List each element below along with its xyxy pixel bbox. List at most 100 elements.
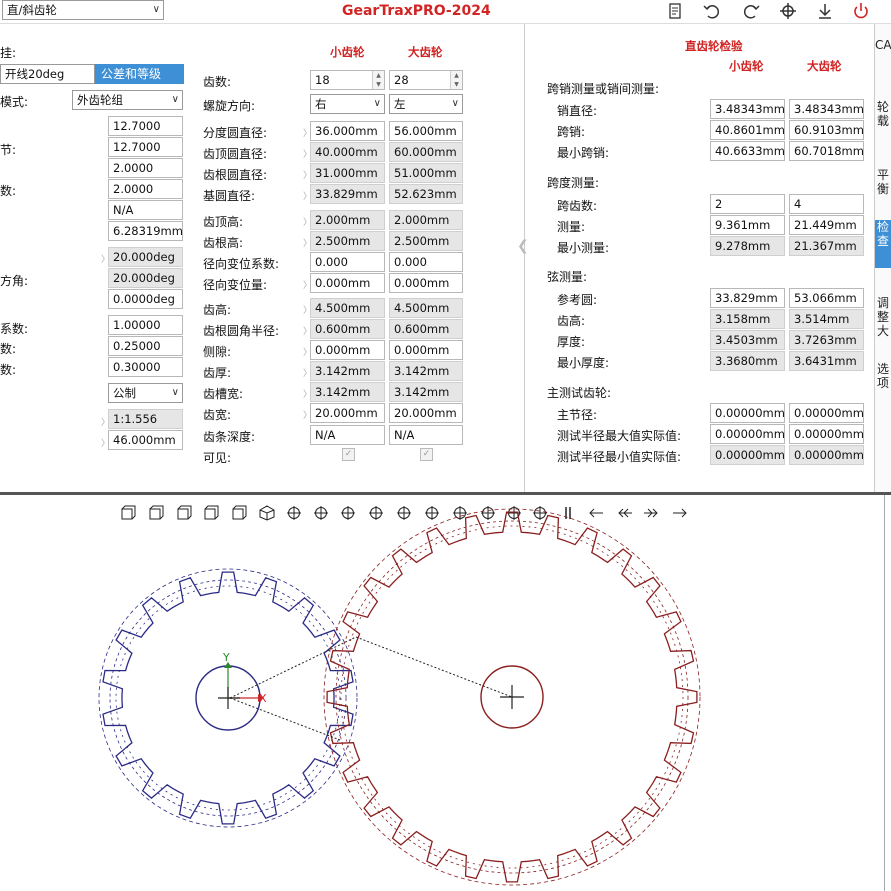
- download-icon[interactable]: [815, 2, 835, 20]
- param-label: 齿数:: [203, 75, 232, 89]
- left-value-3[interactable]: 2.0000: [108, 158, 183, 178]
- power-icon[interactable]: [851, 2, 871, 20]
- left-value-2[interactable]: 12.7000: [108, 137, 183, 157]
- param-value-large: 3.142mm: [389, 382, 463, 402]
- left-value-4[interactable]: 2.0000: [108, 179, 183, 199]
- angle-value-3[interactable]: 0.0000deg: [108, 289, 183, 309]
- param-value-large-text: 0.000mm: [394, 343, 450, 357]
- side-tab-options[interactable]: 选项: [874, 362, 891, 402]
- param-value-large[interactable]: 0.000mm: [389, 340, 463, 360]
- left-value-1[interactable]: 12.7000: [108, 116, 183, 136]
- param-value-small[interactable]: 0.000mm: [310, 273, 385, 293]
- param-value-small: 4.500mm: [310, 298, 385, 318]
- inspection-value-small[interactable]: 3.48343mm: [710, 99, 785, 119]
- inspection-value-large[interactable]: 21.449mm: [789, 215, 864, 235]
- param-value-large-text: 56.000mm: [394, 124, 457, 138]
- gear-type-select[interactable]: 直/斜齿轮 ∨: [2, 0, 164, 20]
- param-value-small-text: 36.000mm: [315, 124, 378, 138]
- param-value-large[interactable]: 20.000mm: [389, 403, 463, 423]
- side-tab-load[interactable]: 轮载: [874, 100, 891, 140]
- inspection-value-small[interactable]: 9.361mm: [710, 215, 785, 235]
- inspection-label: 跨齿数:: [557, 199, 598, 213]
- param-value-large-text: 2.500mm: [394, 234, 450, 248]
- param-value-large[interactable]: 0.000: [389, 252, 463, 272]
- inspection-value-large: 3.514mm: [789, 309, 864, 329]
- inspection-value-large[interactable]: 0.00000mm: [789, 403, 864, 423]
- inspection-value-small[interactable]: 33.829mm: [710, 288, 785, 308]
- inspection-label: 测试半径最大值实际值:: [557, 429, 682, 443]
- param-value-large-text: 51.000mm: [394, 166, 457, 180]
- tolerance-button[interactable]: 公差和等级: [95, 64, 184, 84]
- undo-icon[interactable]: [702, 2, 722, 20]
- visible-checkbox-large[interactable]: ✓: [420, 448, 433, 461]
- stepper-icon[interactable]: ▲ ▼: [450, 71, 462, 89]
- inspection-value-small[interactable]: 40.6633mm: [710, 141, 785, 161]
- param-label: 齿根圆直径:: [203, 168, 268, 182]
- mode-select[interactable]: 外齿轮组 ∨: [72, 90, 183, 110]
- visible-checkbox-small[interactable]: ✓: [342, 448, 355, 461]
- unit-select[interactable]: 公制 ∨: [108, 383, 183, 403]
- param-value-small[interactable]: 36.000mm: [310, 121, 385, 141]
- chevron-down-icon: ∨: [373, 98, 381, 109]
- helix-select-large[interactable]: 左 ∨: [389, 94, 463, 114]
- inspection-value-large[interactable]: 60.7018mm: [789, 141, 864, 161]
- inspection-value-large: 21.367mm: [789, 236, 864, 256]
- param-value-small: 3.142mm: [310, 361, 385, 381]
- param-value-large[interactable]: 0.000mm: [389, 273, 463, 293]
- gear-settings-icon[interactable]: [778, 2, 798, 20]
- inspection-value-large[interactable]: 53.066mm: [789, 288, 864, 308]
- param-value-large[interactable]: 28 ▲ ▼: [389, 70, 463, 90]
- x-axis-label: X: [259, 692, 267, 705]
- inspection-value-large[interactable]: 4: [789, 194, 864, 214]
- inspection-value-small[interactable]: 40.8601mm: [710, 120, 785, 140]
- param-value-small[interactable]: 20.000mm: [310, 403, 385, 423]
- inspection-value-large[interactable]: 3.48343mm: [789, 99, 864, 119]
- param-value-small[interactable]: N/A: [310, 425, 385, 445]
- param-value-small[interactable]: 0.000: [310, 252, 385, 272]
- side-tab-cad[interactable]: CAD: [874, 38, 891, 72]
- angle-value-2: 20.000deg: [108, 268, 183, 288]
- param-value-small[interactable]: 18 ▲ ▼: [310, 70, 385, 90]
- param-value-large-text: 0.000: [394, 255, 427, 269]
- document-icon[interactable]: [665, 2, 685, 20]
- side-tab-inspect[interactable]: 检查: [874, 220, 891, 268]
- standard-field[interactable]: 开线20deg: [0, 64, 95, 84]
- redo-icon[interactable]: [741, 2, 761, 20]
- param-value-large[interactable]: N/A: [389, 425, 463, 445]
- param-value-large-text: 52.623mm: [394, 187, 457, 201]
- left-label-6: 系数:: [0, 322, 29, 336]
- param-value-large[interactable]: 56.000mm: [389, 121, 463, 141]
- left-value-6[interactable]: 6.28319mm: [108, 221, 183, 241]
- param-value-large-text: 28: [394, 73, 409, 87]
- collapse-arrow-icon[interactable]: ❮: [517, 238, 529, 254]
- inspection-label: 齿高:: [557, 314, 586, 328]
- gear-canvas[interactable]: X Y: [0, 495, 884, 891]
- inspection-value-small: 0.00000mm: [710, 445, 785, 465]
- left-value-5[interactable]: N/A: [108, 200, 183, 220]
- side-tab-balance[interactable]: 平衡: [874, 168, 891, 208]
- inspection-value-small[interactable]: 2: [710, 194, 785, 214]
- param-value-small-text: 0.000mm: [315, 276, 371, 290]
- inspection-label: 销直径:: [557, 104, 598, 118]
- canvas-scrollbar[interactable]: [884, 495, 885, 891]
- param-label: 可见:: [203, 451, 232, 465]
- side-tab-adjust[interactable]: 调整大: [874, 296, 891, 344]
- param-label: 齿顶高:: [203, 215, 244, 229]
- inspection-value-small[interactable]: 0.00000mm: [710, 403, 785, 423]
- coeff-value-2[interactable]: 0.25000: [108, 336, 183, 356]
- stepper-icon[interactable]: ▲ ▼: [372, 71, 384, 89]
- param-value-small[interactable]: 0.000mm: [310, 340, 385, 360]
- param-label: 齿高:: [203, 303, 232, 317]
- coeff-value-3[interactable]: 0.30000: [108, 357, 183, 377]
- helix-select-small[interactable]: 右 ∨: [310, 94, 385, 114]
- gear-type-value: 直/斜齿轮: [7, 3, 57, 17]
- inspection-section-title: 跨销测量或销间测量:: [547, 82, 660, 96]
- inspection-value-small[interactable]: 0.00000mm: [710, 424, 785, 444]
- inspection-value-large[interactable]: 0.00000mm: [789, 424, 864, 444]
- coeff-value-1[interactable]: 1.00000: [108, 315, 183, 335]
- app-title: GearTraxPRO-2024: [342, 3, 491, 19]
- center-distance-field[interactable]: 46.000mm: [108, 430, 183, 450]
- chevron-down-icon: ∨: [171, 387, 179, 398]
- inspection-value-large[interactable]: 60.9103mm: [789, 120, 864, 140]
- param-value-large: 2.500mm: [389, 231, 463, 251]
